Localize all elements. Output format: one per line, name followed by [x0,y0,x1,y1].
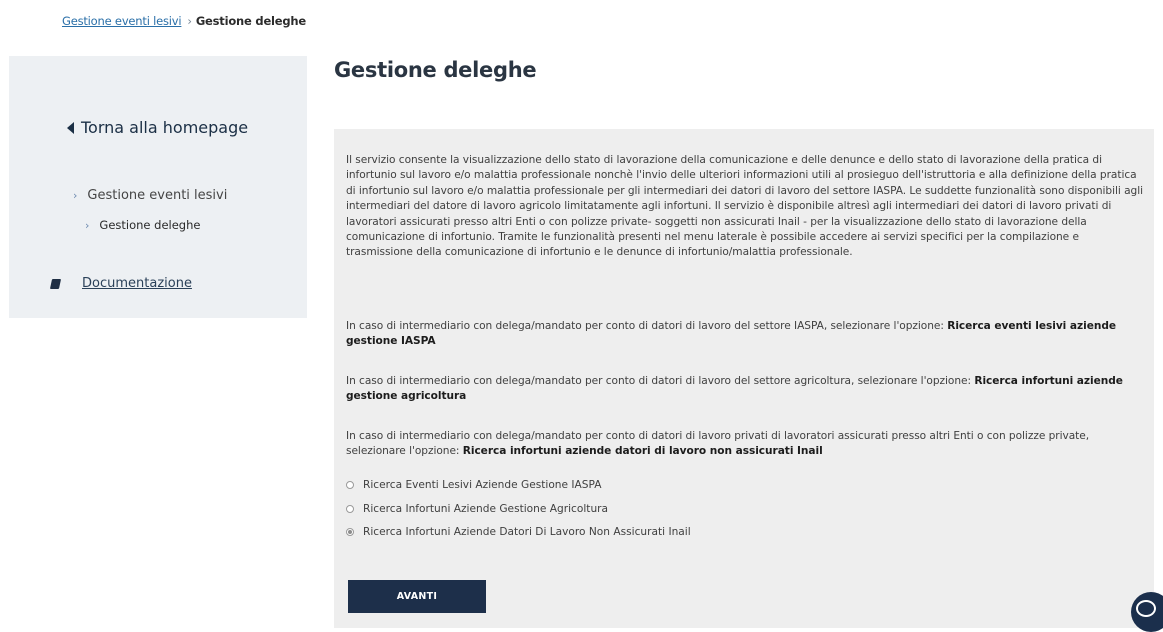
breadcrumb-link-gestione-eventi-lesivi[interactable]: Gestione eventi lesivi [62,14,182,28]
sidebar: Torna alla homepage › Gestione eventi le… [9,56,307,318]
sidebar-item-gestione-eventi-lesivi[interactable]: › Gestione eventi lesivi [73,188,227,203]
option-description-bold: Ricerca infortuni aziende datori di lavo… [462,445,823,458]
breadcrumb: Gestione eventi lesivi › Gestione deleghe [62,14,306,28]
chat-icon [1136,599,1156,617]
chevron-right-icon: › [85,218,90,232]
radio-option-agricoltura[interactable]: Ricerca Infortuni Aziende Gestione Agric… [346,503,608,515]
radio-button[interactable] [346,505,354,513]
option-description-iaspa: In caso di intermediario con delega/mand… [346,319,1144,350]
radio-label: Ricerca Infortuni Aziende Gestione Agric… [363,503,609,515]
option-description-text: In caso di intermediario con delega/mand… [346,320,948,332]
radio-button-selected[interactable] [346,528,354,536]
radio-option-non-assicurati[interactable]: Ricerca Infortuni Aziende Datori Di Lavo… [346,526,691,538]
page-title: Gestione deleghe [334,58,537,82]
option-description-text: In caso di intermediario con delega/mand… [346,375,975,387]
option-description-agricoltura: In caso di intermediario con delega/mand… [346,374,1144,405]
sidebar-item-label: Gestione deleghe [99,218,201,232]
sidebar-item-label: Gestione eventi lesivi [87,188,228,203]
sidebar-item-gestione-deleghe[interactable]: › Gestione deleghe [85,218,200,232]
documentazione-link[interactable]: Documentazione [49,276,192,291]
chevron-right-icon: › [73,189,78,202]
chat-button[interactable] [1131,592,1163,632]
back-to-homepage-label: Torna alla homepage [81,118,249,137]
intro-paragraph: Il servizio consente la visualizzazione … [346,154,1143,259]
radio-option-iaspa[interactable]: Ricerca Eventi Lesivi Aziende Gestione I… [346,479,601,491]
radio-label: Ricerca Infortuni Aziende Datori Di Lavo… [363,526,691,538]
documentazione-label: Documentazione [82,276,192,291]
triangle-left-icon [67,121,74,134]
book-icon [49,278,62,289]
content-panel: Il servizio consente la visualizzazione … [334,129,1154,628]
avanti-button[interactable]: AVANTI [348,580,486,613]
breadcrumb-current: Gestione deleghe [195,14,307,28]
radio-button[interactable] [346,481,354,489]
option-description-non-assicurati: In caso di intermediario con delega/mand… [346,429,1144,460]
back-to-homepage-link[interactable]: Torna alla homepage [67,118,248,137]
radio-label: Ricerca Eventi Lesivi Aziende Gestione I… [363,479,602,491]
breadcrumb-separator: › [187,14,192,28]
